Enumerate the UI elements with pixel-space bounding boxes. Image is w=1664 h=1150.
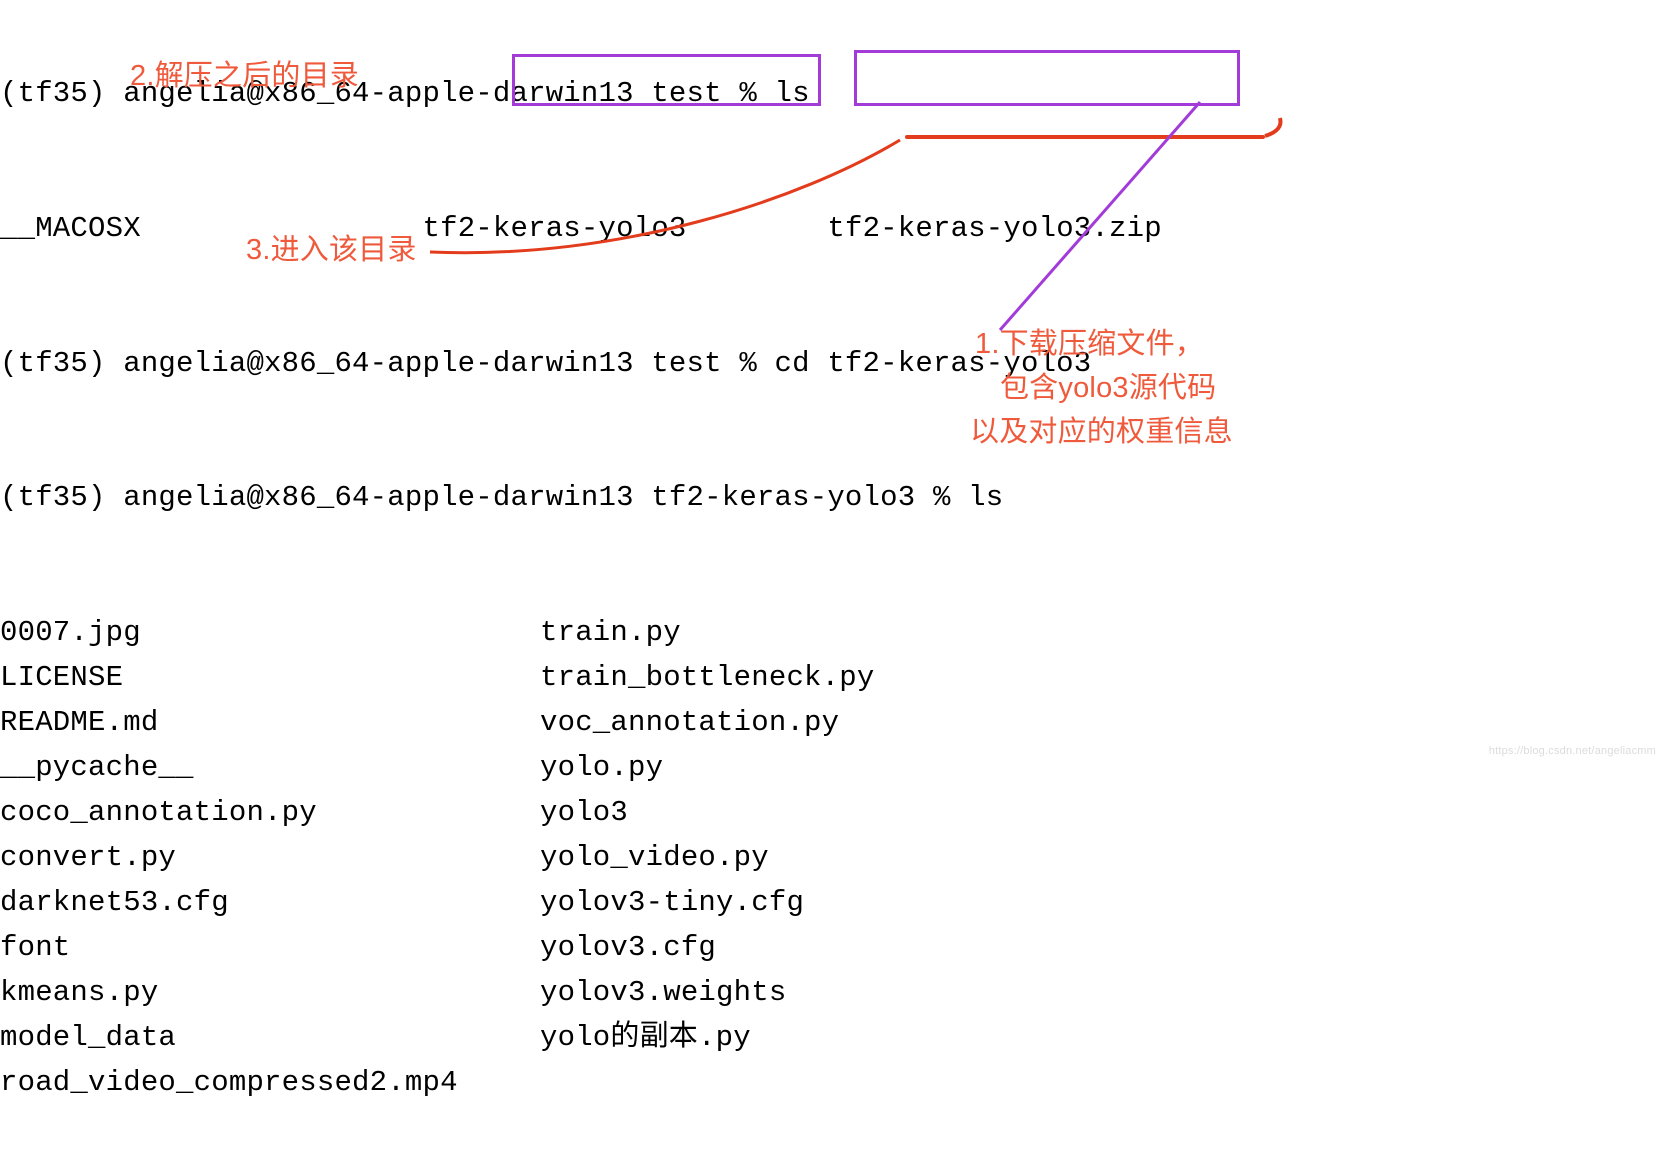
annotation-1-line1: 1.下载压缩文件， [975, 326, 1204, 364]
ls-item: model_data [0, 1016, 540, 1061]
ls-item: __MACOSX [0, 212, 141, 245]
annotation-3: 3.进入该目录 [246, 232, 417, 270]
ls-item: tf2-keras-yolo3 [422, 212, 686, 245]
ls-item: convert.py [0, 836, 540, 881]
ls-item: train.py [540, 611, 874, 656]
ls-item: README.md [0, 701, 540, 746]
ls-item: kmeans.py [0, 971, 540, 1016]
ls-item: yolov3.weights [540, 971, 874, 1016]
terminal-output: (tf35) angelia@x86_64-apple-darwin13 tes… [0, 0, 1162, 1150]
ls-col-right: train.pytrain_bottleneck.pyvoc_annotatio… [540, 611, 874, 1105]
ls-item: yolo3 [540, 791, 874, 836]
ls-item: yolov3.cfg [540, 926, 874, 971]
annotation-1-line3: 以及对应的权重信息 [970, 414, 1233, 452]
ls-item: yolo的副本.py [540, 1016, 874, 1061]
ls-item: road_video_compressed2.mp4 [0, 1061, 540, 1106]
ls-item: LICENSE [0, 656, 540, 701]
ls-item: yolov3-tiny.cfg [540, 881, 874, 926]
term-line: (tf35) angelia@x86_64-apple-darwin13 tf2… [0, 476, 1162, 521]
ls-columns: 0007.jpgLICENSEREADME.md__pycache__coco_… [0, 611, 1162, 1105]
ls-item: font [0, 926, 540, 971]
ls-item: voc_annotation.py [540, 701, 874, 746]
ls-item: tf2-keras-yolo3.zip [827, 212, 1161, 245]
ls-item: train_bottleneck.py [540, 656, 874, 701]
ls-item: darknet53.cfg [0, 881, 540, 926]
annotation-box-zip [854, 50, 1240, 106]
watermark: https://blog.csdn.net/angeliacmm [1489, 743, 1656, 760]
annotation-2: 2.解压之后的目录 [130, 58, 359, 96]
ls-item: yolo_video.py [540, 836, 874, 881]
term-line: __MACOSX tf2-keras-yolo3 tf2-keras-yolo3… [0, 207, 1162, 252]
annotation-underline-cd [905, 135, 1265, 139]
ls-item: 0007.jpg [0, 611, 540, 656]
ls-item: coco_annotation.py [0, 791, 540, 836]
ls-item: __pycache__ [0, 746, 540, 791]
annotation-box-dir [512, 54, 821, 106]
ls-item: yolo.py [540, 746, 874, 791]
annotation-1-line2: 包含yolo3源代码 [1000, 370, 1216, 408]
ls-col-left: 0007.jpgLICENSEREADME.md__pycache__coco_… [0, 611, 540, 1105]
